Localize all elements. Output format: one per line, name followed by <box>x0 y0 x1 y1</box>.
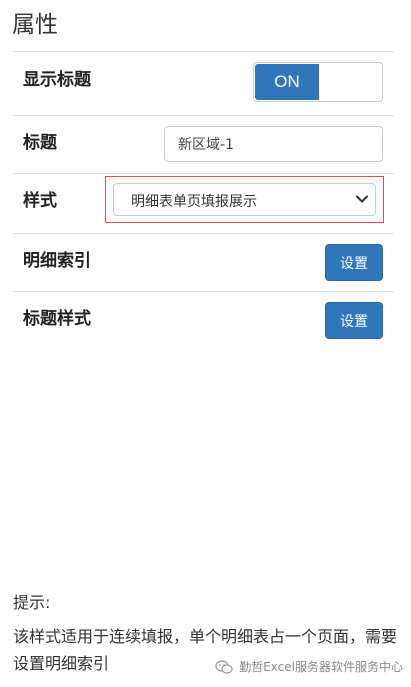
title-style-label: 标题样式 <box>23 309 91 329</box>
show-title-toggle[interactable]: ON <box>253 62 383 102</box>
detail-index-label: 明细索引 <box>23 251 91 271</box>
hint-title: 提示: <box>13 593 51 612</box>
title-style-settings-button[interactable]: 设置 <box>325 302 383 339</box>
panel-title: 属性 <box>12 12 58 38</box>
style-label: 样式 <box>23 191 57 211</box>
detail-index-settings-button[interactable]: 设置 <box>325 244 383 281</box>
show-title-label: 显示标题 <box>23 70 91 90</box>
style-select-value: 明细表单页填报展示 <box>131 194 257 210</box>
row-detail-index: 明细索引 设置 <box>13 233 394 292</box>
watermark: 勤哲Excel服务器软件服务中心 <box>215 656 403 677</box>
property-panel: 属性 显示标题 ON 标题 样式 明细表单页填报展示 明细索引 设置 标题样式 … <box>0 0 411 687</box>
wechat-icon <box>215 659 233 674</box>
toggle-on-label: ON <box>255 64 319 100</box>
row-title: 标题 <box>13 115 394 174</box>
chevron-down-icon <box>356 195 368 203</box>
title-input[interactable] <box>164 126 383 162</box>
style-select[interactable]: 明细表单页填报展示 <box>113 183 376 216</box>
row-show-title: 显示标题 ON <box>13 51 394 116</box>
style-select-highlight: 明细表单页填报展示 <box>105 176 384 223</box>
row-title-style: 标题样式 设置 <box>13 291 394 352</box>
watermark-text: 勤哲Excel服务器软件服务中心 <box>239 660 403 674</box>
row-style: 样式 明细表单页填报展示 <box>13 173 394 234</box>
title-label: 标题 <box>23 133 57 153</box>
